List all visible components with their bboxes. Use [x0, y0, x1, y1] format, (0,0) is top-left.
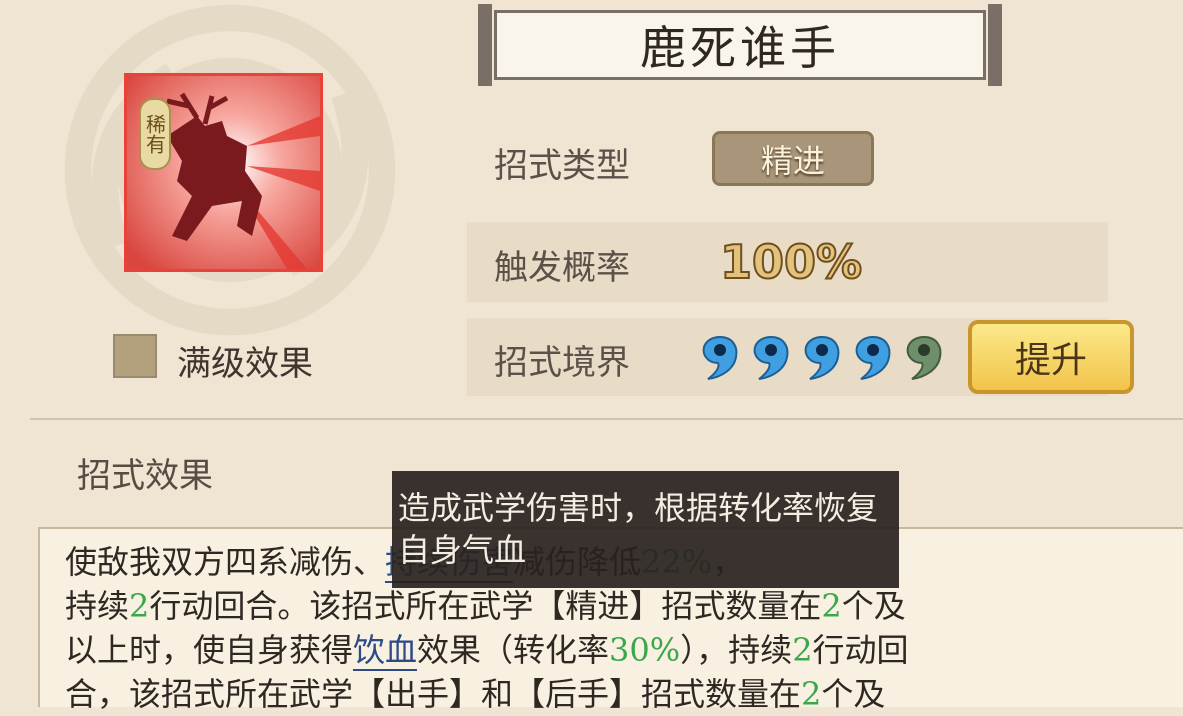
title-frame-left-cap: [478, 4, 492, 86]
effect-text-segment: 行动回合。该招式所在武学【精进】招式数量在: [149, 587, 822, 625]
skill-type-badge: 精进: [712, 131, 874, 186]
max-level-label: 满级效果: [177, 344, 313, 384]
effect-text-segment: 行动回: [812, 631, 909, 669]
realm-orb-empty-icon: [906, 335, 942, 380]
skill-title: 鹿死谁手: [494, 10, 986, 80]
skill-icon-card[interactable]: 稀有: [124, 73, 323, 272]
effect-number: 2: [792, 631, 813, 669]
effect-keyword-link[interactable]: 饮血: [353, 631, 418, 671]
effect-number: 2: [129, 587, 150, 625]
rarity-badge: 稀有: [139, 98, 171, 170]
realm-orb-filled-icon: [702, 335, 738, 380]
effect-line: 持续2行动回合。该招式所在武学【精进】招式数量在2个及: [65, 584, 1155, 628]
effect-text-segment: 效果（转化率: [417, 631, 610, 669]
effect-text-segment: 合，该招式所在武学【出手】和【后手】招式数量在: [65, 675, 802, 713]
realm-orb-filled-icon: [753, 335, 789, 380]
upgrade-button[interactable]: 提升: [968, 320, 1134, 394]
realm-orb-filled-icon: [804, 335, 840, 380]
section-divider: [30, 418, 1183, 420]
realm-orb-filled-icon: [855, 335, 891, 380]
effect-line: 以上时，使自身获得饮血效果（转化率30%），持续2行动回: [65, 628, 1155, 672]
effect-number: 30%: [609, 631, 681, 669]
skill-title-frame: 鹿死谁手: [478, 4, 1002, 86]
trigger-rate-label: 触发概率: [494, 248, 630, 288]
max-level-checkbox[interactable]: [113, 334, 157, 378]
effect-number: 2: [801, 675, 822, 713]
trigger-rate-value: 100%: [719, 234, 863, 290]
effect-line: 合，该招式所在武学【出手】和【后手】招式数量在2个及: [65, 672, 1155, 716]
skill-realm-label: 招式境界: [494, 343, 630, 383]
effect-text-segment: 个及: [841, 587, 906, 625]
effect-text-segment: 个及: [821, 675, 886, 713]
skill-type-label: 招式类型: [494, 146, 630, 186]
effect-section-title: 招式效果: [77, 456, 213, 496]
effect-number: 2: [821, 587, 842, 625]
title-frame-right-cap: [988, 4, 1002, 86]
effect-text-segment: ），持续: [680, 631, 793, 669]
effect-text-segment: 持续: [65, 587, 130, 625]
effect-text-segment: 以上时，使自身获得: [65, 631, 354, 669]
effect-text-segment: 使敌我双方四系减伤、: [65, 543, 386, 581]
keyword-tooltip: 造成武学伤害时，根据转化率恢复自身气血: [392, 471, 899, 588]
